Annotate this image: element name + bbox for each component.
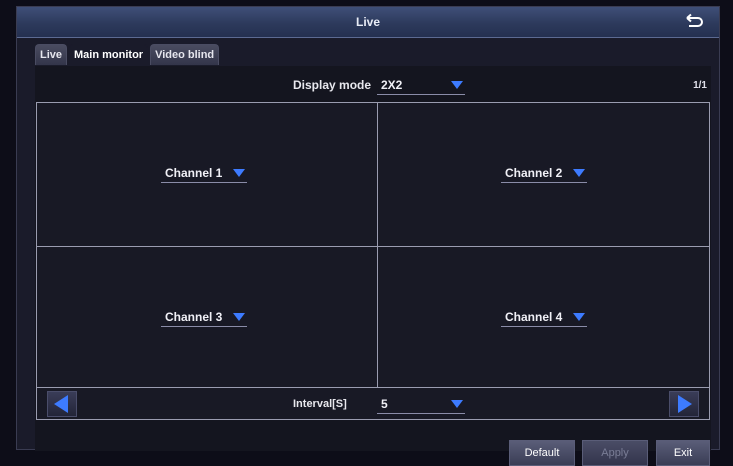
tab-live[interactable]: Live bbox=[35, 44, 68, 65]
display-mode-value: 2X2 bbox=[381, 78, 403, 92]
interval-select[interactable]: 5 bbox=[377, 395, 465, 414]
channel-grid: Channel 1 Channel 2 Channel 3 Channel 4 bbox=[36, 102, 710, 388]
main-monitor-panel: Display mode 2X2 1/1 Channel 1 Channel 2 bbox=[35, 66, 711, 466]
dropdown-arrow-icon bbox=[451, 81, 463, 89]
previous-page-button[interactable] bbox=[47, 391, 77, 417]
interval-bar: Interval[S] 5 bbox=[36, 388, 710, 420]
left-arrow-icon bbox=[54, 395, 68, 413]
dropdown-arrow-icon bbox=[451, 400, 463, 408]
channel-4-value: Channel 4 bbox=[505, 310, 563, 324]
window-title: Live bbox=[355, 15, 380, 29]
right-arrow-icon bbox=[678, 395, 692, 413]
back-button[interactable] bbox=[683, 13, 705, 31]
exit-button[interactable]: Exit bbox=[656, 440, 710, 466]
display-mode-label: Display mode bbox=[293, 78, 372, 92]
return-arrow-icon bbox=[686, 13, 703, 27]
default-button[interactable]: Default bbox=[509, 440, 575, 466]
page-indicator: 1/1 bbox=[693, 80, 707, 91]
dropdown-arrow-icon bbox=[573, 169, 585, 177]
dropdown-arrow-icon bbox=[573, 313, 585, 321]
apply-button[interactable]: Apply bbox=[582, 440, 648, 466]
channel-4-select[interactable]: Channel 4 bbox=[501, 308, 587, 327]
channel-1-value: Channel 1 bbox=[165, 166, 223, 180]
channel-3-value: Channel 3 bbox=[165, 310, 223, 324]
channel-cell-3: Channel 3 bbox=[37, 247, 373, 387]
channel-3-select[interactable]: Channel 3 bbox=[161, 308, 247, 327]
channel-cell-4: Channel 4 bbox=[378, 247, 714, 387]
channel-1-select[interactable]: Channel 1 bbox=[161, 164, 247, 183]
tab-video-blind[interactable]: Video blind bbox=[150, 44, 220, 65]
next-page-button[interactable] bbox=[669, 391, 699, 417]
channel-cell-1: Channel 1 bbox=[37, 103, 373, 243]
dropdown-arrow-icon bbox=[233, 313, 245, 321]
channel-cell-2: Channel 2 bbox=[378, 103, 714, 243]
tab-main-monitor[interactable]: Main monitor bbox=[69, 44, 149, 65]
tab-bar: Live Main monitor Video blind bbox=[35, 44, 220, 66]
display-mode-row: Display mode 2X2 1/1 bbox=[35, 76, 711, 96]
display-mode-select[interactable]: 2X2 bbox=[377, 76, 465, 95]
dropdown-arrow-icon bbox=[233, 169, 245, 177]
channel-2-select[interactable]: Channel 2 bbox=[501, 164, 587, 183]
interval-value: 5 bbox=[381, 397, 388, 411]
channel-2-value: Channel 2 bbox=[505, 166, 563, 180]
live-settings-window: Live Live Main monitor Video blind Displ… bbox=[16, 6, 720, 466]
interval-label: Interval[S] bbox=[293, 398, 347, 410]
title-bar: Live bbox=[17, 7, 719, 38]
